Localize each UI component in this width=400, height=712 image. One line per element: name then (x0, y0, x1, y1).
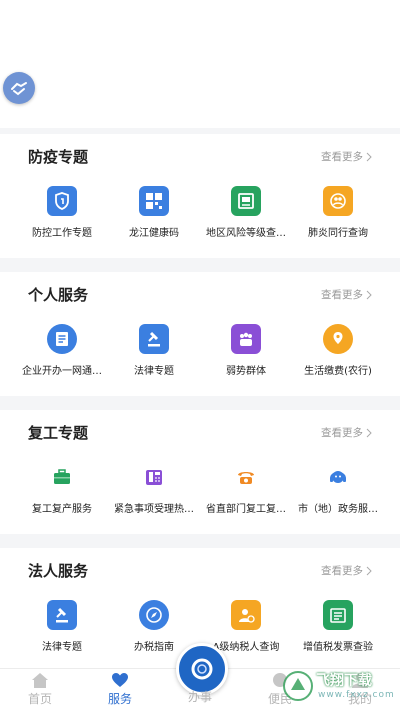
watermark-url: www.fxxz.com (318, 690, 395, 700)
tab-home[interactable]: 首页 (10, 671, 70, 707)
service-item-label: 增值税发票查验 (303, 642, 373, 653)
service-item-legal-topic[interactable]: 法律专题 (12, 600, 112, 653)
service-item-label: 生活缴费(农行) (304, 366, 372, 377)
service-item-label: 紧急事项受理热… (114, 504, 194, 515)
heart-icon (112, 673, 128, 687)
tab-label: 首页 (27, 692, 52, 706)
section-personal: 个人服务 查看更多 企业开办一网通… 法律专题 弱势群体 生活缴费(农行) (0, 272, 400, 396)
service-item-label: 市（地）政务服… (298, 504, 378, 515)
service-item-label: 地区风险等级查… (206, 228, 286, 239)
headset-icon (323, 462, 353, 492)
view-more-link[interactable]: 查看更多 (321, 287, 372, 302)
invoice-icon (323, 600, 353, 630)
service-item-business-setup[interactable]: 企业开办一网通… (12, 324, 112, 377)
service-item-health-code[interactable]: 龙江健康码 (104, 186, 204, 239)
group-icon (231, 324, 261, 354)
service-item-label: 省直部门复工复… (206, 504, 286, 515)
view-more-link[interactable]: 查看更多 (321, 563, 372, 578)
chevron-right-icon (366, 566, 372, 575)
qr-code-icon (139, 186, 169, 216)
telephone-icon (231, 462, 261, 492)
service-item-label: 法律专题 (42, 642, 82, 653)
service-item-resume-work[interactable]: 复工复产服务 (12, 462, 112, 515)
service-item-label: 法律专题 (134, 366, 174, 377)
section-title: 个人服务 (28, 286, 89, 304)
section-title: 法人服务 (28, 562, 89, 580)
people-icon (323, 186, 353, 216)
view-more-link[interactable]: 查看更多 (321, 149, 372, 164)
watermark-emblem-icon (283, 671, 313, 701)
shield-icon (47, 186, 77, 216)
refresh-swirl-icon (191, 658, 213, 680)
service-item-risk-level[interactable]: 地区风险等级查… (196, 186, 296, 239)
service-item-vat-invoice[interactable]: 增值税发票查验 (288, 600, 388, 653)
service-item-vulnerable-groups[interactable]: 弱势群体 (196, 324, 296, 377)
gavel-icon (47, 600, 77, 630)
top-banner-area (0, 0, 400, 128)
form-icon (47, 324, 77, 354)
service-item-label: 复工复产服务 (32, 504, 92, 515)
section-epidemic: 防疫专题 查看更多 防控工作专题 龙江健康码 地区风险等级查… 肺炎同行查询 (0, 134, 400, 258)
tab-services[interactable]: 服务 (90, 671, 150, 707)
service-item-label: 企业开办一网通… (22, 366, 102, 377)
section-title: 防疫专题 (28, 148, 89, 166)
section-resumption: 复工专题 查看更多 复工复产服务 紧急事项受理热… 省直部门复工复… 市（地）政… (0, 410, 400, 534)
chevron-right-icon (366, 428, 372, 437)
location-pin-icon (323, 324, 353, 354)
section-title: 复工专题 (28, 424, 89, 442)
service-item-city-services[interactable]: 市（地）政务服… (288, 462, 388, 515)
service-item-pneumonia-travel[interactable]: 肺炎同行查询 (288, 186, 388, 239)
briefcase-icon (47, 462, 77, 492)
home-icon (32, 672, 48, 688)
center-action-label: 办事 (187, 690, 212, 704)
service-item-legal[interactable]: 法律专题 (104, 324, 204, 377)
gavel-icon (139, 324, 169, 354)
service-item-prevention[interactable]: 防控工作专题 (12, 186, 112, 239)
tab-label: 服务 (107, 692, 132, 706)
service-item-utility-payment[interactable]: 生活缴费(农行) (288, 324, 388, 377)
service-item-label: 防控工作专题 (32, 228, 92, 239)
taxpayer-icon (231, 600, 261, 630)
watermark-text: 飞翔下载 (316, 673, 372, 689)
document-icon (231, 186, 261, 216)
service-item-label: 肺炎同行查询 (308, 228, 368, 239)
service-item-label: 弱势群体 (226, 366, 266, 377)
handshake-icon (11, 82, 27, 96)
compass-icon (139, 600, 169, 630)
service-item-provincial-departments[interactable]: 省直部门复工复… (196, 462, 296, 515)
service-item-emergency-hotline[interactable]: 紧急事项受理热… (104, 462, 204, 515)
watermark-logo: 飞翔下载 www.fxxz.com (282, 666, 398, 708)
chevron-right-icon (366, 290, 372, 299)
fax-icon (139, 462, 169, 492)
service-item-label: 龙江健康码 (129, 228, 179, 239)
chevron-right-icon (366, 152, 372, 161)
floating-assistant-button[interactable] (3, 72, 35, 104)
view-more-link[interactable]: 查看更多 (321, 425, 372, 440)
